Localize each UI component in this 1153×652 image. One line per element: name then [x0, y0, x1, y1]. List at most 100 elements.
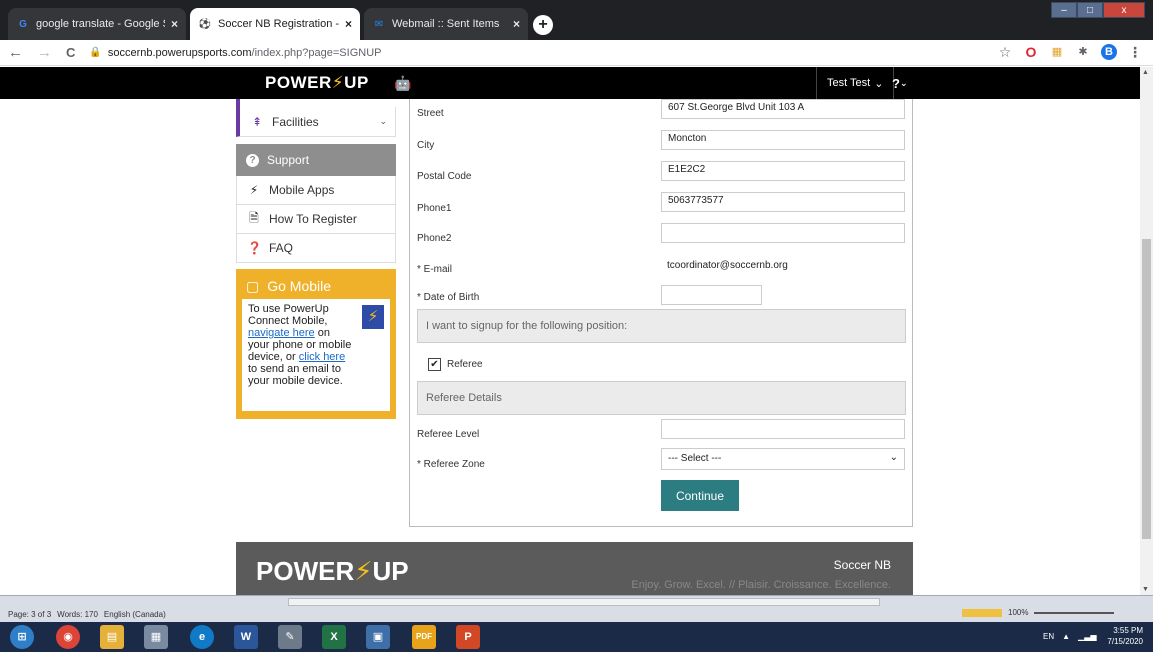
sidebar-item-faq[interactable]: ❓ FAQ	[236, 234, 396, 263]
scroll-down-arrow-icon[interactable]: ▼	[1142, 586, 1149, 593]
scroll-up-arrow-icon[interactable]: ▲	[1142, 69, 1149, 76]
phone1-input[interactable]: 5063773577	[661, 192, 905, 212]
help-circle-icon: ?	[246, 153, 259, 167]
footer-powerup-logo[interactable]: POWER⚡UP	[256, 556, 409, 587]
sidebar-item-facilities[interactable]: ⇞ Facilities ⌄	[236, 107, 396, 137]
tab-webmail-sent-items[interactable]: ✉ Webmail :: Sent Items ×	[364, 8, 528, 40]
minimize-button[interactable]: –	[1051, 2, 1077, 18]
chevron-down-icon: ⌄	[889, 452, 898, 463]
user-menu[interactable]: Test Test ⌄	[816, 67, 895, 99]
mail-icon: ✉	[374, 18, 384, 30]
postal-code-input[interactable]: E1E2C2	[661, 161, 905, 181]
go-mobile-header: ▢ Go Mobile	[242, 273, 390, 299]
close-window-button[interactable]: x	[1103, 2, 1145, 18]
chevron-down-icon: ⌄	[379, 116, 387, 126]
city-input[interactable]: Moncton	[661, 130, 905, 150]
zoom-slider[interactable]	[1034, 611, 1115, 614]
word-count[interactable]: Words: 170	[57, 610, 98, 619]
sidebar-item-label: How To Register	[269, 212, 357, 226]
back-arrow-icon[interactable]: ←	[8, 44, 23, 61]
footer-org-name: Soccer NB	[833, 558, 891, 572]
language-indicator[interactable]: English (Canada)	[104, 610, 166, 619]
street-input[interactable]: 607 St.George Blvd Unit 103 A	[661, 99, 905, 119]
lightning-bolt-icon: ⚡	[249, 183, 259, 197]
android-icon[interactable]: 🤖	[394, 75, 411, 92]
url-host: soccernb.powerupsports.com	[107, 46, 252, 59]
referee-level-input[interactable]	[661, 419, 905, 439]
sidebar-item-label: Mobile Apps	[269, 183, 335, 197]
click-here-link[interactable]: click here	[299, 351, 345, 363]
page-count[interactable]: Page: 3 of 3	[8, 610, 51, 619]
referee-checkbox[interactable]: ✔	[428, 358, 441, 371]
reload-icon[interactable]: C	[66, 45, 75, 60]
close-tab-icon[interactable]: ×	[171, 17, 178, 31]
sidebar-item-how-to-register[interactable]: 🗎 How To Register	[236, 205, 396, 234]
forward-arrow-icon[interactable]: →	[37, 44, 52, 61]
profile-avatar[interactable]: B	[1101, 44, 1117, 60]
date-of-birth-label: * Date of Birth	[417, 292, 480, 303]
word-status-left: Page: 3 of 3 Words: 170 English (Canada)	[8, 610, 166, 619]
network-signal-icon[interactable]: ▁▃▅	[1078, 632, 1096, 641]
lightning-bolt-icon: ⚡	[331, 73, 345, 92]
page-scrollbar[interactable]: ▲ ▼	[1140, 67, 1153, 595]
scrollbar-thumb[interactable]	[1142, 239, 1151, 539]
zoom-level[interactable]: 100%	[1008, 608, 1028, 617]
sidebar-section-support[interactable]: ? Support	[236, 144, 396, 176]
navigate-here-link[interactable]: navigate here	[248, 327, 315, 339]
word-icon[interactable]: W	[234, 625, 258, 649]
go-mobile-text: To use PowerUp Connect Mobile, navigate …	[248, 303, 352, 387]
sidebar-item-label: Facilities	[272, 114, 319, 129]
url-field[interactable]: 🔒 soccernb.powerupsports.com/index.php?p…	[89, 47, 381, 59]
input-language[interactable]: EN	[1043, 632, 1054, 641]
powerup-logo[interactable]: POWER⚡UP	[265, 73, 369, 93]
calculator-icon[interactable]: ▦	[144, 625, 168, 649]
sidebar: ⇞ Facilities ⌄ ? Support ⚡ Mobile Apps 🗎…	[236, 99, 396, 419]
position-section-header: I want to signup for the following posit…	[417, 309, 906, 343]
start-icon[interactable]: ⊞	[10, 625, 34, 649]
phone2-input[interactable]	[661, 223, 905, 243]
paint-icon[interactable]: ✎	[278, 625, 302, 649]
tab-label: Webmail :: Sent Items	[392, 18, 500, 30]
phone2-label: Phone2	[417, 233, 452, 244]
bookmark-star-icon[interactable]: ☆	[997, 44, 1013, 60]
edge-icon[interactable]: e	[190, 625, 214, 649]
referee-checkbox-row[interactable]: ✔ Referee	[428, 358, 483, 371]
facilities-icon: ⇞	[251, 114, 263, 129]
horizontal-scrollbar[interactable]	[288, 598, 880, 606]
chevron-down-icon: ⌄	[899, 77, 908, 88]
powerpoint-icon[interactable]: P	[456, 625, 480, 649]
color-extension-icon[interactable]: ▦	[1049, 44, 1065, 60]
continue-button[interactable]: Continue	[661, 480, 739, 511]
date-of-birth-input[interactable]	[661, 285, 762, 305]
file-explorer-icon[interactable]: ▤	[100, 625, 124, 649]
extensions-puzzle-icon[interactable]: ✱	[1075, 44, 1091, 60]
browser-titlebar: G google translate - Google Search × ⚽ S…	[0, 0, 1153, 40]
city-label: City	[417, 140, 435, 151]
close-tab-icon[interactable]: ×	[345, 17, 352, 31]
close-tab-icon[interactable]: ×	[513, 17, 520, 31]
word-status-right: 100%	[962, 608, 1115, 617]
maximize-button[interactable]: □	[1077, 2, 1103, 18]
go-mobile-title: Go Mobile	[267, 278, 332, 294]
photos-icon[interactable]: ▣	[366, 625, 390, 649]
go-mobile-panel: ▢ Go Mobile ⚡ To use PowerUp Connect Mob…	[236, 269, 396, 419]
excel-icon[interactable]: X	[322, 625, 346, 649]
tab-google-translate[interactable]: G google translate - Google Search ×	[8, 8, 186, 40]
chrome-icon[interactable]: ◉	[56, 625, 80, 649]
pdf-icon[interactable]: PDF	[412, 625, 436, 649]
opera-extension-icon[interactable]: O	[1023, 44, 1039, 60]
postal-code-label: Postal Code	[417, 171, 472, 182]
system-clock[interactable]: 3:55 PM 7/15/2020	[1107, 625, 1143, 647]
referee-zone-select[interactable]: --- Select --- ⌄	[661, 448, 905, 470]
tab-soccer-nb-registration[interactable]: ⚽ Soccer NB Registration - Referee ×	[190, 8, 360, 40]
windows-taskbar: ⊞ ◉ ▤ ▦ e W ✎ X ▣ PDF P EN ▲ ▁▃▅ 3:55 PM…	[0, 622, 1153, 652]
view-mode-icons[interactable]	[962, 608, 1002, 617]
browser-menu-icon[interactable]: ⋮	[1127, 44, 1143, 60]
help-menu[interactable]: ? ⌄	[884, 67, 916, 99]
new-tab-button[interactable]: +	[533, 15, 553, 35]
footer-tagline: Enjoy. Grow. Excel. // Plaisir. Croissan…	[631, 579, 891, 591]
referee-zone-label: * Referee Zone	[417, 459, 485, 470]
sidebar-item-mobile-apps[interactable]: ⚡ Mobile Apps	[236, 176, 396, 205]
sidebar-item-label: Support	[267, 153, 310, 167]
tray-arrow-icon[interactable]: ▲	[1062, 632, 1070, 641]
